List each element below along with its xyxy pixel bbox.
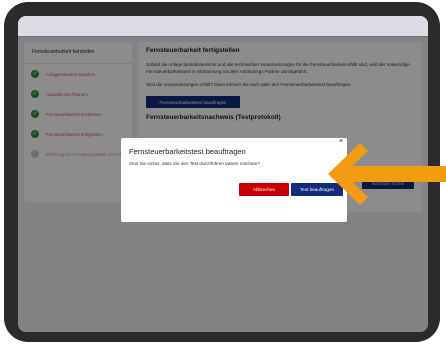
arrow-left-icon: [328, 143, 446, 205]
dialog-title: Fernsteuerbarkeitstest beauftragen: [129, 147, 246, 156]
top-bar: [18, 16, 428, 37]
cancel-button[interactable]: Abbrechen: [239, 183, 289, 196]
dialog-message: Sind Sie sicher, dass Sie den Test durch…: [129, 161, 260, 166]
confirm-dialog: Fernsteuerbarkeitstest beauftragen × Sin…: [121, 138, 347, 222]
